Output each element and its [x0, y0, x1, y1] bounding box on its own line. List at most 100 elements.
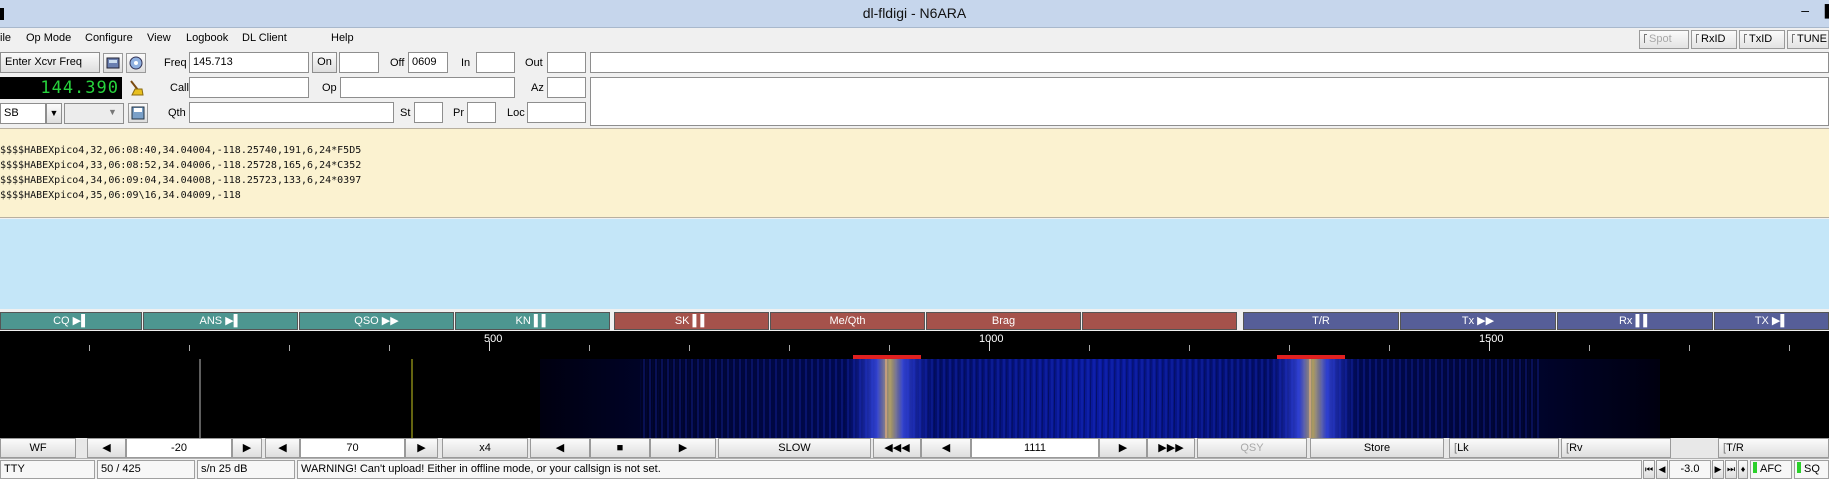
- mode-dropdown-icon[interactable]: ▼: [46, 103, 62, 124]
- on-time-button[interactable]: On: [312, 52, 337, 73]
- call-input[interactable]: [189, 77, 309, 98]
- freq-fast-up-button[interactable]: ▶▶▶: [1147, 438, 1195, 458]
- wf-mode-button[interactable]: WF: [0, 438, 76, 458]
- freq-down-button[interactable]: ◀: [921, 438, 971, 458]
- offset-down-icon[interactable]: ◀: [1656, 460, 1668, 479]
- bandwidth-dropdown-icon[interactable]: ▼: [108, 107, 117, 117]
- mode-status[interactable]: TTY: [0, 460, 95, 479]
- frequency-display[interactable]: 144.390: [0, 77, 122, 99]
- carrier-freq-input[interactable]: 1111: [971, 438, 1099, 458]
- menu-logbook[interactable]: Logbook: [186, 32, 228, 44]
- rig-control-icon[interactable]: [126, 53, 146, 73]
- offset-updown-icon[interactable]: ♦: [1738, 460, 1748, 479]
- scale-label-1000: 1000: [979, 333, 1004, 345]
- menu-view[interactable]: View: [147, 32, 171, 44]
- macro-empty-button[interactable]: [1082, 312, 1237, 330]
- zoom-button[interactable]: x4: [442, 438, 528, 458]
- scale-tick: [389, 345, 390, 351]
- in-label: In: [461, 57, 471, 69]
- macro-tx-button[interactable]: Tx ▶▶: [1400, 312, 1556, 330]
- offset-value[interactable]: -3.0: [1669, 460, 1711, 479]
- rst-out-input[interactable]: [547, 52, 586, 73]
- offset-fast-up-icon[interactable]: ⏭: [1725, 460, 1737, 479]
- wf-right-button[interactable]: ▶: [650, 438, 716, 458]
- ampl-span-input[interactable]: 70: [300, 438, 405, 458]
- wf-speed-button[interactable]: SLOW: [718, 438, 871, 458]
- minimize-icon[interactable]: –: [1801, 2, 1809, 18]
- ampl-span-down-button[interactable]: ◀: [265, 438, 300, 458]
- freq-fast-down-button[interactable]: ◀◀◀: [873, 438, 921, 458]
- txid-toggle[interactable]: TxID: [1739, 30, 1785, 49]
- azimuth-input[interactable]: [547, 77, 586, 98]
- ref-level-input[interactable]: -20: [126, 438, 232, 458]
- macro-tr-button[interactable]: T/R: [1243, 312, 1399, 330]
- state-input[interactable]: [414, 102, 443, 123]
- scale-tick: [1089, 345, 1090, 351]
- macro-brag-button[interactable]: Brag: [926, 312, 1081, 330]
- afc-toggle[interactable]: AFC: [1750, 460, 1792, 479]
- wf-left-button[interactable]: ◀: [530, 438, 590, 458]
- qth-input[interactable]: [189, 102, 394, 123]
- close-icon[interactable]: ▐: [1820, 4, 1829, 18]
- macro-kn-button[interactable]: KN ▌▌: [455, 312, 610, 330]
- macro-me-qth-button[interactable]: Me/Qth: [770, 312, 925, 330]
- ref-level-down-button[interactable]: ◀: [87, 438, 126, 458]
- op-name-input[interactable]: [340, 77, 515, 98]
- ref-level-up-button[interactable]: ▶: [232, 438, 262, 458]
- enter-xcvr-freq-button[interactable]: Enter Xcvr Freq: [0, 52, 100, 73]
- offset-up-icon[interactable]: ▶: [1712, 460, 1724, 479]
- menu-help[interactable]: Help: [331, 32, 354, 44]
- on-time-input[interactable]: [339, 52, 379, 73]
- op-label: Op: [322, 82, 337, 94]
- st-label: St: [400, 107, 411, 119]
- rx-text-pane[interactable]: $$$$HABEXpico4,32,06:08:40,34.04004,-118…: [0, 128, 1829, 218]
- store-button[interactable]: Store: [1310, 438, 1444, 458]
- wf-center-button[interactable]: ■: [590, 438, 650, 458]
- spot-toggle[interactable]: Spot: [1639, 30, 1689, 49]
- menu-op-mode[interactable]: Op Mode: [26, 32, 71, 44]
- macro-qso-button[interactable]: QSO ▶▶: [299, 312, 454, 330]
- log-save-icon[interactable]: [128, 103, 148, 123]
- window-title: dl-fldigi - N6ARA: [862, 5, 967, 21]
- tune-toggle[interactable]: TUNE: [1787, 30, 1829, 49]
- signal-noise-status: s/n 25 dB: [197, 460, 295, 479]
- menu-dl-client[interactable]: DL Client: [242, 32, 287, 44]
- freq-input[interactable]: 145.713: [189, 52, 309, 73]
- menu-configure[interactable]: Configure: [85, 32, 133, 44]
- notes-input-2[interactable]: [590, 77, 1829, 126]
- offset-fast-down-icon[interactable]: ⏮: [1643, 460, 1655, 479]
- locator-input[interactable]: [527, 102, 586, 123]
- waterfall-graphic: [0, 359, 1829, 438]
- rig-memory-icon[interactable]: [103, 53, 123, 73]
- squelch-toggle[interactable]: SQ: [1794, 460, 1829, 479]
- macro-sk-button[interactable]: SK ▌▌: [614, 312, 769, 330]
- frequency-scale[interactable]: 500 1000 1500: [0, 331, 1829, 359]
- mode-select[interactable]: SB: [0, 103, 46, 124]
- waterfall-display[interactable]: [0, 359, 1829, 438]
- tr-toggle[interactable]: [T/R: [1718, 438, 1829, 458]
- menu-file[interactable]: ile: [0, 32, 11, 44]
- qsy-button[interactable]: QSY: [1197, 438, 1307, 458]
- macro-tx-stop-button[interactable]: TX ▶▌: [1714, 312, 1829, 330]
- rxid-toggle[interactable]: RxID: [1691, 30, 1737, 49]
- macro-ans-button[interactable]: ANS ▶▌: [143, 312, 298, 330]
- ampl-span-up-button[interactable]: ▶: [405, 438, 438, 458]
- out-label: Out: [525, 57, 543, 69]
- off-time-input[interactable]: 0609: [408, 52, 448, 73]
- macro-cq-button[interactable]: CQ ▶▌: [0, 312, 142, 330]
- broom-icon[interactable]: [126, 78, 146, 98]
- pr-label: Pr: [453, 107, 464, 119]
- macro-rx-button[interactable]: Rx ▌▌: [1557, 312, 1713, 330]
- reverse-toggle[interactable]: [Rv: [1561, 438, 1671, 458]
- province-input[interactable]: [467, 102, 496, 123]
- tx-text-pane[interactable]: [0, 219, 1829, 309]
- scale-tick: [1789, 345, 1790, 351]
- lock-toggle[interactable]: [Lk: [1449, 438, 1559, 458]
- log-panel: Enter Xcvr Freq 144.390 SB ▼ ▼ Freq 145.…: [0, 50, 1829, 128]
- loc-label: Loc: [507, 107, 525, 119]
- scale-tick: [289, 345, 290, 351]
- freq-up-button[interactable]: ▶: [1099, 438, 1147, 458]
- rst-in-input[interactable]: [476, 52, 515, 73]
- notes-input-1[interactable]: [590, 52, 1829, 73]
- scale-tick: [1289, 345, 1290, 351]
